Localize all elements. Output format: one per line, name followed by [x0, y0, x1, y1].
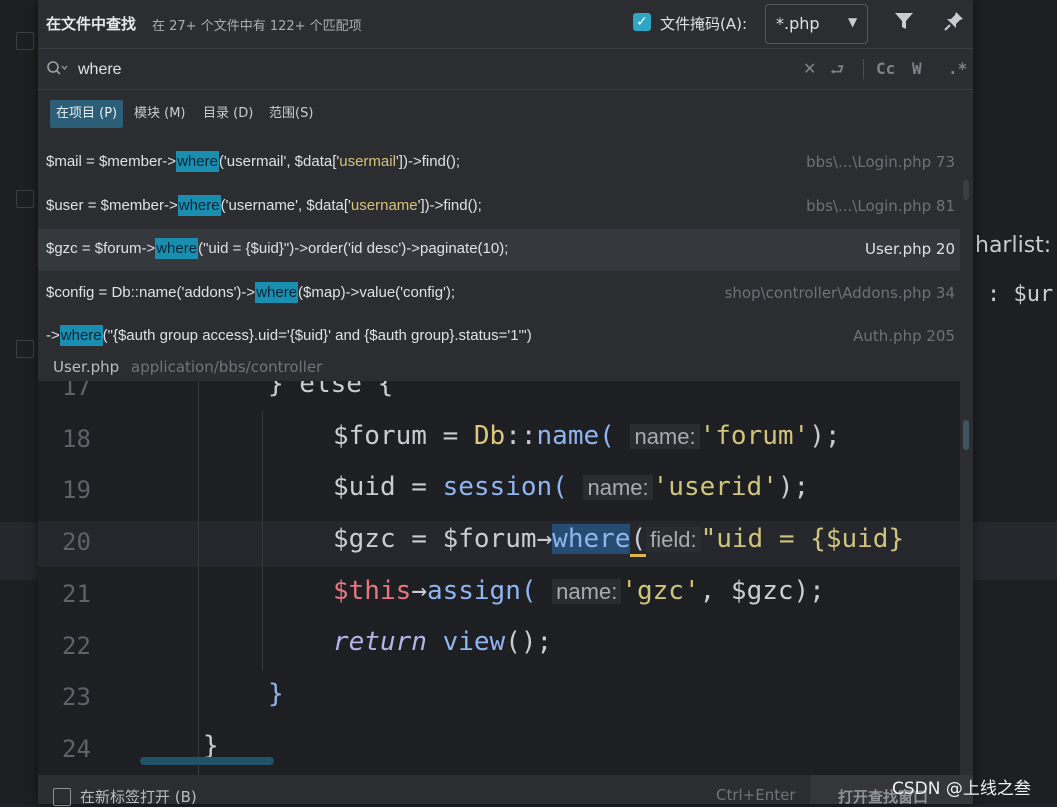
match-highlight: where: [176, 151, 219, 172]
preview-path-bar: User.php application/bbs/controller: [38, 355, 973, 381]
background-code-line: harlist:: [975, 233, 1052, 258]
find-in-files-popup: 在文件中查找 在 27+ 个文件中有 122+ 个匹配项 ✓ 文件掩码(A): …: [38, 0, 973, 806]
line-number: 17: [62, 381, 91, 401]
result-code: $user = $member->where('username', $data…: [46, 195, 482, 216]
clear-icon[interactable]: ✕: [803, 59, 816, 78]
background-gutter: [0, 0, 38, 804]
result-row[interactable]: ->where("{$auth group access}.uid='{$uid…: [38, 316, 960, 358]
result-file: bbs\...\Login.php 73: [806, 153, 955, 171]
preview-file-name: User.php: [53, 358, 120, 376]
scope-tabs: 在项目 (P) 模块 (M) 目录 (D) 范围(S): [38, 90, 973, 140]
match-count-summary: 在 27+ 个文件中有 122+ 个匹配项: [152, 19, 362, 34]
tab-directory[interactable]: 目录 (D): [203, 100, 253, 128]
match-highlight: where: [255, 282, 299, 303]
code-preview[interactable]: 17 18 19 20 21 22 23 24 } else { $forum …: [38, 381, 960, 775]
result-file: bbs\...\Login.php 81: [806, 197, 955, 215]
param-hint: name:: [630, 424, 700, 449]
file-mask-checkbox[interactable]: ✓: [633, 13, 651, 31]
code-line: }: [268, 679, 284, 709]
line-number: 24: [62, 735, 91, 763]
result-file: Auth.php 205: [853, 327, 955, 345]
result-code: ->where("{$auth group access}.uid='{$uid…: [46, 325, 532, 346]
result-code: $gzc = $forum->where("uid = {$uid}")->or…: [46, 238, 509, 259]
text-cursor: (: [630, 524, 647, 557]
param-hint: name:: [552, 579, 622, 604]
results-scrollbar[interactable]: [963, 180, 969, 200]
background-code-fragment: harlist: : $ur: [973, 230, 1057, 310]
file-mask-select[interactable]: *.php ▼: [765, 4, 868, 44]
search-row: ✕ ⮐ Cc W .*: [38, 49, 973, 90]
code-line: } else {: [268, 381, 394, 399]
filter-icon[interactable]: [893, 10, 915, 32]
code-line: $this→assign( name:'gzc', $gzc);: [333, 576, 825, 606]
popup-header: 在文件中查找 在 27+ 个文件中有 122+ 个匹配项 ✓ 文件掩码(A): …: [38, 0, 973, 49]
preview-scrollbar[interactable]: [963, 420, 969, 450]
code-line: $uid = session( name:'userid');: [333, 472, 810, 502]
search-icon[interactable]: [46, 60, 68, 78]
result-row[interactable]: $config = Db::name('addons')->where($map…: [38, 273, 960, 315]
tab-module[interactable]: 模块 (M): [134, 100, 186, 128]
preview-file-path: application/bbs/controller: [131, 358, 323, 376]
line-number: 18: [62, 425, 91, 453]
result-row[interactable]: $mail = $member->where('usermail', $data…: [38, 142, 960, 184]
code-line-current: $gzc = $forum→where(field: "uid = {$uid}: [333, 524, 904, 557]
match-selection: where: [552, 524, 631, 554]
chevron-down-icon: ▼: [848, 15, 858, 29]
result-code: $mail = $member->where('usermail', $data…: [46, 151, 461, 172]
watermark: CSDN @上线之叁: [892, 779, 1031, 799]
popup-footer: 在新标签打开 (B) Ctrl+Enter 打开查找窗口: [38, 775, 973, 806]
new-tab-checkbox[interactable]: [53, 788, 71, 806]
search-input[interactable]: [76, 57, 780, 83]
file-mask-value: *.php: [776, 14, 820, 33]
result-row[interactable]: $user = $member->where('username', $data…: [38, 186, 960, 228]
result-row-selected[interactable]: $gzc = $forum->where("uid = {$uid}")->or…: [38, 229, 960, 271]
result-file: User.php 20: [865, 240, 955, 258]
tab-project[interactable]: 在项目 (P): [50, 100, 124, 128]
newline-icon[interactable]: ⮐: [830, 59, 844, 86]
line-number: 23: [62, 683, 91, 711]
shortcut-hint: Ctrl+Enter: [716, 786, 796, 804]
line-number: 21: [62, 580, 91, 608]
line-number: 20: [62, 528, 91, 556]
divider: [863, 59, 864, 79]
match-highlight: where: [155, 238, 199, 259]
param-hint: name:: [583, 475, 653, 500]
whole-words-toggle[interactable]: W: [912, 59, 922, 78]
file-mask-label[interactable]: 文件掩码(A):: [660, 13, 747, 34]
line-number: 19: [62, 476, 91, 504]
match-case-toggle[interactable]: Cc: [876, 59, 895, 78]
popup-title: 在文件中查找: [46, 15, 137, 33]
indent-guide: [262, 411, 263, 671]
tab-scope[interactable]: 范围(S): [269, 100, 313, 128]
fold-icon[interactable]: [16, 340, 34, 358]
result-file: shop\controller\Addons.php 34: [724, 284, 955, 302]
match-highlight: where: [177, 195, 221, 216]
pin-icon[interactable]: [943, 10, 965, 32]
fold-icon[interactable]: [16, 190, 34, 208]
line-number: 22: [62, 632, 91, 660]
background-code-line: : $ur: [987, 282, 1054, 307]
indent-guide: [198, 381, 199, 775]
fold-icon[interactable]: [16, 32, 34, 50]
result-code: $config = Db::name('addons')->where($map…: [46, 282, 456, 303]
code-line: return view();: [333, 627, 553, 657]
match-highlight: where: [59, 325, 103, 346]
code-line: $forum = Db::name( name:'forum');: [333, 421, 841, 451]
param-hint: field:: [646, 527, 701, 552]
regex-toggle[interactable]: .*: [948, 59, 967, 78]
preview-horizontal-scrollbar[interactable]: [140, 757, 274, 765]
